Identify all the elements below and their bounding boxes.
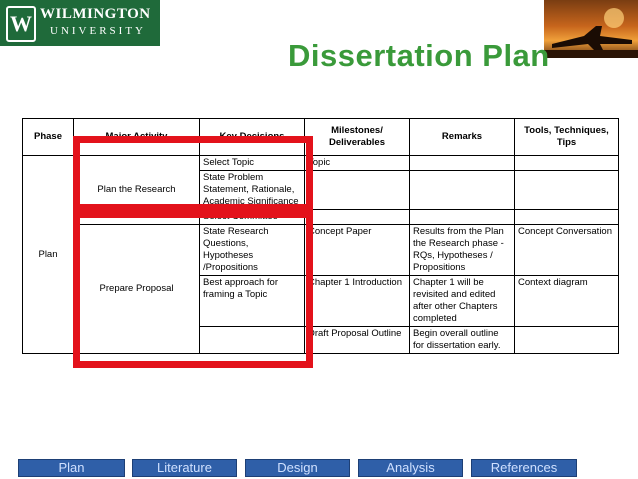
- decision-cell: State Problem Statement, Rationale, Acad…: [199, 170, 305, 210]
- tool-cell: Context diagram: [514, 275, 619, 327]
- column-header: Phase: [22, 118, 74, 156]
- milestone-cell: [304, 170, 410, 210]
- remark-cell: Begin overall outline for dissertation e…: [409, 326, 515, 354]
- remark-cell: Chapter 1 will be revisited and edited a…: [409, 275, 515, 327]
- milestone-cell: Concept Paper: [304, 224, 410, 276]
- decision-cell: [199, 326, 305, 354]
- column-header: Major Activity: [73, 118, 200, 156]
- column-header: Remarks: [409, 118, 515, 156]
- table-header-row: Phase Major Activity Key Decisions Miles…: [22, 118, 619, 156]
- dissertation-plan-table: Phase Major Activity Key Decisions Miles…: [22, 118, 619, 354]
- tool-cell: [514, 326, 619, 354]
- milestone-cell: Topic: [304, 155, 410, 171]
- page-title: Dissertation Plan: [288, 38, 550, 73]
- jet-photo: [544, 0, 638, 58]
- decision-cell: Select Committee: [199, 209, 305, 225]
- decision-cell: Select Topic: [199, 155, 305, 171]
- table-row: Plan Plan the Research Select Topic Topi…: [22, 155, 619, 354]
- decision-cell: State Research Questions, Hypotheses /Pr…: [199, 224, 305, 276]
- activity-cell: Plan the Research: [73, 155, 200, 225]
- remark-cell: [409, 209, 515, 225]
- logo-subtitle: UNIVERSITY: [50, 25, 146, 37]
- table-row: Prepare Proposal State Research Question…: [23, 224, 619, 354]
- remark-cell: [409, 155, 515, 171]
- milestone-cell: Chapter 1 Introduction: [304, 275, 410, 327]
- nav-design[interactable]: Design: [245, 459, 350, 477]
- phase-cell: Plan: [22, 155, 74, 354]
- milestone-cell: Draft Proposal Outline: [304, 326, 410, 354]
- tool-cell: [514, 155, 619, 171]
- milestone-cell: [304, 209, 410, 225]
- tool-cell: [514, 209, 619, 225]
- column-header: Milestones/ Deliverables: [304, 118, 410, 156]
- remark-cell: [409, 170, 515, 210]
- logo-mark: W: [6, 6, 36, 42]
- remark-cell: Results from the Plan the Research phase…: [409, 224, 515, 276]
- activity-cell: Prepare Proposal: [73, 224, 200, 354]
- column-header: Key Decisions: [199, 118, 305, 156]
- nav-analysis[interactable]: Analysis: [358, 459, 463, 477]
- tool-cell: [514, 170, 619, 210]
- tool-cell: Concept Conversation: [514, 224, 619, 276]
- decision-cell: Best approach for framing a Topic: [199, 275, 305, 327]
- jet-silhouette-icon: [544, 8, 638, 58]
- nav-references[interactable]: References: [471, 459, 577, 477]
- column-header: Tools, Techniques, Tips: [514, 118, 619, 156]
- nav-literature[interactable]: Literature: [132, 459, 237, 477]
- university-logo: W WILMINGTON UNIVERSITY: [0, 0, 160, 46]
- logo-name: WILMINGTON: [40, 6, 151, 22]
- nav-plan[interactable]: Plan: [18, 459, 125, 477]
